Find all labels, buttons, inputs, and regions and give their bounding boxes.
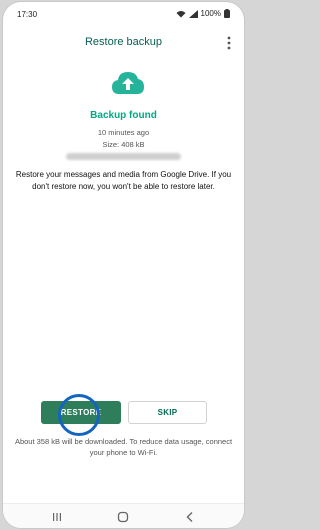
more-vert-icon[interactable] [222,33,236,53]
backup-found-heading: Backup found [90,110,157,121]
back-icon[interactable] [184,510,196,522]
battery-icon [224,9,230,18]
backup-time: 10 minutes ago [97,128,150,137]
backup-size: Size: 408 kB [102,140,145,149]
skip-button[interactable]: SKIP [128,401,207,424]
cloud-upload-icon [111,70,145,96]
blurred-account-email [66,153,181,160]
battery-percent: 100% [200,9,221,18]
status-bar: 17:30 100% [3,2,244,24]
download-size-note: About 358 kB will be downloaded. To redu… [14,437,233,457]
app-bar: Restore backup [3,28,244,56]
wifi-icon [176,10,186,18]
restore-description: Restore your messages and media from Goo… [15,170,232,191]
status-right: 100% [176,9,230,18]
recent-apps-icon[interactable] [51,510,63,522]
signal-icon [188,9,198,18]
phone-screen: 17:30 100% Restore backup Backup found 1… [3,2,244,528]
navigation-bar [3,503,244,528]
tap-highlight-ring [58,394,100,436]
status-time: 17:30 [17,10,38,19]
home-icon[interactable] [117,510,129,523]
page-title: Restore backup [84,36,163,48]
